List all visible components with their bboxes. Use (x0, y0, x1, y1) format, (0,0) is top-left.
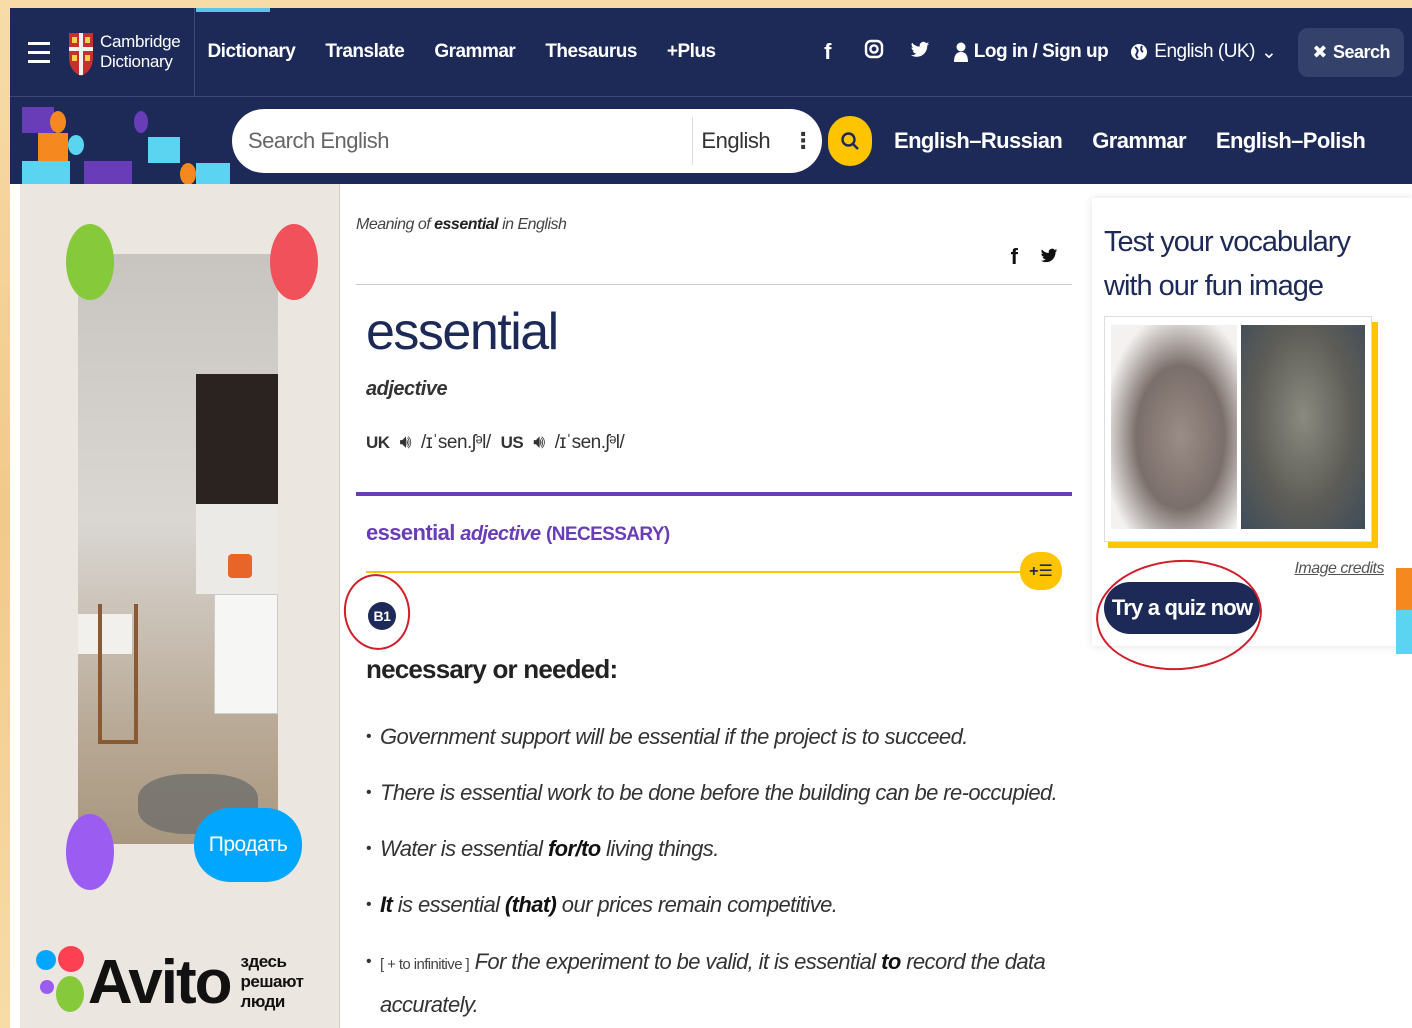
brand-line-1: Cambridge (100, 32, 181, 51)
cambridge-logo[interactable]: Cambridge Dictionary (68, 8, 196, 96)
language-label: English (UK) (1154, 41, 1255, 62)
language-selector[interactable]: English (UK) ⌄ (1130, 41, 1277, 64)
annotation-circle-level (339, 569, 415, 655)
uk-ipa: /ɪˈsen.ʃᵊl/ (421, 432, 491, 453)
headword: essential (366, 303, 559, 361)
example-sentence: There is essential work to be done befor… (366, 780, 1066, 806)
search-icon (841, 132, 859, 150)
dictionary-selector[interactable]: English ⋮ (692, 117, 822, 165)
facebook-share-icon[interactable]: f (1011, 244, 1018, 270)
search-bar: English ⋮ English–Russian Grammar Englis… (10, 96, 1412, 185)
login-link[interactable]: Log in / Sign up (953, 41, 1109, 63)
divider (356, 284, 1072, 285)
hippo-image (1111, 325, 1237, 529)
search-input[interactable] (232, 109, 692, 173)
twitter-icon[interactable] (908, 39, 932, 65)
image-credits-link[interactable]: Image credits (1294, 560, 1384, 578)
entry-divider (356, 492, 1072, 496)
browser-viewport: Cambridge Dictionary Dictionary Translat… (10, 8, 1412, 1028)
avito-tagline: здесь решают люди (240, 952, 304, 1011)
ad-purple-circle (66, 814, 114, 890)
main-nav: Dictionary Translate Grammar Thesaurus +… (207, 41, 716, 63)
login-label: Log in / Sign up (973, 41, 1109, 62)
seal-image (1241, 325, 1365, 529)
share-buttons: f (1011, 244, 1058, 270)
us-ipa: /ɪˈsen.ʃᵊl/ (554, 432, 625, 453)
us-audio-speaker-icon[interactable]: 🔊︎ (533, 432, 545, 454)
brand-line-2: Dictionary (100, 52, 173, 71)
dictionary-label: English (701, 128, 771, 153)
chevron-down-icon: ⌄ (1260, 41, 1277, 63)
menu-icon[interactable] (10, 8, 68, 96)
shield-icon (69, 33, 93, 76)
avito-logo: Avito здесь решают люди (36, 946, 339, 1018)
example-sentence: It is essential (that) our prices remain… (366, 892, 1066, 918)
more-vertical-icon: ⋮ (792, 128, 814, 153)
nav-translate[interactable]: Translate (325, 41, 404, 63)
sense-divider (366, 571, 1032, 573)
us-label: US (500, 433, 524, 452)
nav-dictionary[interactable]: Dictionary (207, 41, 295, 63)
twitter-share-icon[interactable] (1040, 244, 1058, 270)
search-toggle-button[interactable]: ✖ Search (1298, 27, 1404, 77)
nav-thesaurus[interactable]: Thesaurus (545, 41, 637, 63)
breadcrumb: Meaning of essential in English (356, 216, 567, 233)
search-button[interactable] (828, 116, 872, 166)
instagram-icon[interactable] (862, 39, 886, 65)
user-icon (953, 42, 968, 62)
example-list: Government support will be essential if … (366, 724, 1066, 1028)
ad-green-circle (66, 224, 114, 300)
uk-label: UK (366, 433, 390, 452)
dictionary-entry: Meaning of essential in English f essent… (339, 184, 1072, 1028)
add-to-wordlist-button[interactable]: +☰ (1020, 552, 1062, 590)
avito-dots-icon (36, 946, 84, 1018)
top-navigation: Cambridge Dictionary Dictionary Translat… (10, 8, 1412, 96)
search-toggle-label: Search (1332, 41, 1391, 62)
quicklink-grammar[interactable]: Grammar (1092, 128, 1186, 154)
sense-header: essential adjective (NECESSARY) (366, 520, 670, 545)
pronunciation: UK 🔊︎ /ɪˈsen.ʃᵊl/ US 🔊︎ /ɪˈsen.ʃᵊl/ (366, 432, 625, 454)
ad-red-circle (270, 224, 318, 300)
quicklink-english-russian[interactable]: English–Russian (894, 128, 1063, 154)
nav-plus[interactable]: +Plus (667, 41, 716, 63)
quiz-images[interactable] (1104, 316, 1372, 542)
example-sentence: [ + to infinitive ] For the experiment t… (366, 942, 1066, 1025)
close-icon: ✖ (1312, 41, 1327, 62)
avito-advertisement[interactable]: Продать Avito здесь решают люди (20, 184, 340, 1028)
ad-room-photo (78, 254, 278, 844)
uk-audio-speaker-icon[interactable]: 🔊︎ (400, 432, 412, 454)
ad-sell-button[interactable]: Продать (194, 808, 302, 882)
quick-links: English–Russian Grammar English–Polish (894, 97, 1366, 185)
quicklink-english-polish[interactable]: English–Polish (1216, 128, 1366, 154)
definition: necessary or needed: (366, 654, 618, 684)
grammar-label: [ + to infinitive ] (380, 956, 470, 973)
facebook-icon[interactable]: f (816, 39, 840, 65)
add-list-icon: +☰ (1029, 563, 1053, 580)
active-tab-indicator (196, 8, 270, 12)
globe-icon (1131, 44, 1148, 60)
edge-decoration-cyan (1396, 610, 1412, 654)
example-sentence: Water is essential for/to living things. (366, 836, 1066, 862)
nav-grammar[interactable]: Grammar (434, 41, 516, 63)
edge-decoration-orange (1396, 568, 1412, 610)
part-of-speech: adjective (366, 378, 448, 400)
avito-wordmark: Avito (87, 947, 233, 1017)
example-sentence: Government support will be essential if … (366, 724, 1066, 750)
decorative-blocks (10, 97, 240, 185)
search-field-wrapper: English ⋮ (232, 109, 822, 173)
